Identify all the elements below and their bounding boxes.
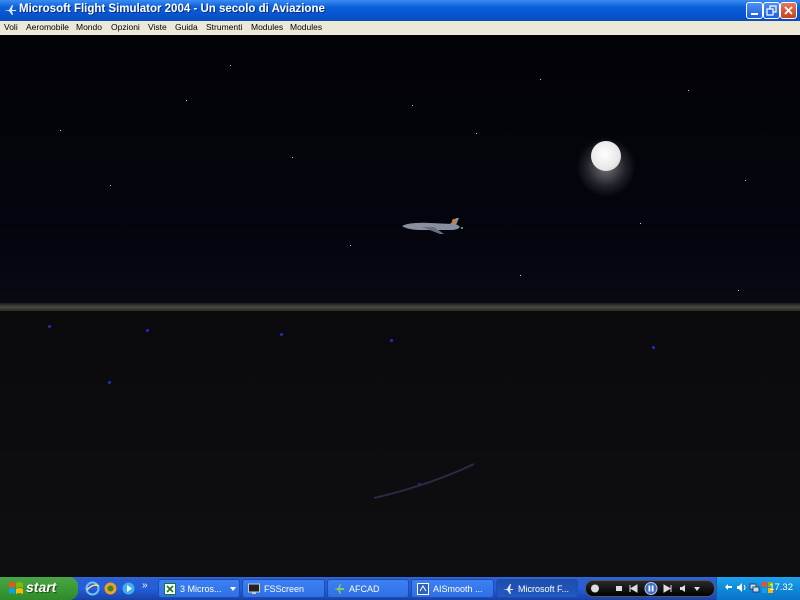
task-flight-simulator[interactable]: Microsoft F... — [496, 579, 578, 598]
chevron-down-icon — [230, 587, 236, 591]
ie-icon[interactable] — [85, 581, 100, 596]
quick-launch-more[interactable]: » — [142, 580, 148, 591]
star — [540, 79, 541, 80]
messenger-icon[interactable] — [103, 581, 118, 596]
star — [745, 180, 746, 181]
network-icon[interactable] — [749, 582, 760, 593]
ground — [0, 311, 800, 577]
menu-guida[interactable]: Guida — [175, 22, 198, 32]
app-window: Microsoft Flight Simulator 2004 - Un sec… — [0, 0, 800, 577]
ground-light — [48, 325, 51, 328]
volume-icon[interactable] — [679, 584, 689, 593]
star — [738, 290, 739, 291]
title-bar[interactable]: Microsoft Flight Simulator 2004 - Un sec… — [0, 0, 800, 21]
stop-icon[interactable] — [614, 584, 624, 593]
fsscreen-icon — [248, 583, 260, 594]
restore-button[interactable] — [763, 2, 780, 19]
star — [350, 245, 351, 246]
runway-streak — [373, 463, 475, 499]
menu-modules-2[interactable]: Modules — [290, 22, 322, 32]
start-button[interactable]: start — [0, 577, 78, 600]
menu-voli[interactable]: Voli — [4, 22, 18, 32]
taskbar: start » 3 Micros... FSScreen AFCAD AISmo… — [0, 577, 800, 600]
star — [688, 90, 689, 91]
star — [110, 185, 111, 186]
task-label: Microsoft F... — [518, 584, 570, 594]
system-tray: 17.32 — [716, 577, 800, 600]
flight-sim-icon — [503, 584, 513, 594]
task-fsscreen[interactable]: FSScreen — [242, 579, 325, 598]
menu-viste[interactable]: Viste — [148, 22, 167, 32]
menu-strumenti[interactable]: Strumenti — [206, 22, 242, 32]
chevron-down-icon[interactable] — [692, 584, 702, 593]
menu-aeromobile[interactable]: Aeromobile — [26, 22, 69, 32]
restore-media-icon[interactable] — [723, 582, 734, 593]
menu-mondo[interactable]: Mondo — [76, 22, 102, 32]
minimize-button[interactable] — [746, 2, 763, 19]
afcad-icon — [334, 584, 344, 594]
star — [60, 130, 61, 131]
airplane-app-icon — [4, 5, 16, 15]
task-label: 3 Micros... — [180, 584, 222, 594]
star — [640, 223, 641, 224]
ground-light — [652, 346, 655, 349]
minimize-icon — [751, 13, 758, 15]
star — [186, 100, 187, 101]
horizon-city-lights — [0, 303, 800, 311]
star — [230, 65, 231, 66]
ground-light — [390, 339, 393, 342]
task-label: AISmooth ... — [433, 584, 483, 594]
night-sky — [0, 35, 800, 307]
next-icon[interactable] — [663, 584, 673, 593]
close-icon — [784, 6, 793, 15]
star — [520, 275, 521, 276]
speaker-icon[interactable] — [736, 582, 747, 593]
task-label: AFCAD — [349, 584, 380, 594]
clock[interactable]: 17.32 — [769, 582, 793, 593]
media-player-toolbar — [585, 580, 715, 597]
star — [412, 105, 413, 106]
menu-opzioni[interactable]: Opzioni — [111, 22, 140, 32]
menu-modules[interactable]: Modules — [251, 22, 283, 32]
task-label: FSScreen — [264, 584, 305, 594]
task-afcad[interactable]: AFCAD — [327, 579, 409, 598]
previous-icon[interactable] — [628, 584, 638, 593]
task-excel[interactable]: 3 Micros... — [158, 579, 240, 598]
windows-media-icon[interactable] — [121, 581, 136, 596]
close-button[interactable] — [780, 2, 797, 19]
star — [476, 133, 477, 134]
start-label: start — [26, 579, 57, 595]
ground-light — [108, 381, 111, 384]
aismooth-icon — [417, 583, 429, 595]
star — [292, 157, 293, 158]
ground-light — [280, 333, 283, 336]
ground-light — [146, 329, 149, 332]
restore-icon — [766, 5, 777, 16]
excel-icon — [164, 583, 176, 595]
windows-logo-icon — [9, 582, 23, 594]
flight-view[interactable] — [0, 35, 800, 577]
menu-bar: Voli Aeromobile Mondo Opzioni Viste Guid… — [0, 21, 800, 35]
moon — [591, 141, 621, 171]
pause-icon[interactable] — [644, 582, 658, 595]
airplane — [402, 218, 463, 234]
media-menu-icon[interactable] — [590, 584, 600, 593]
task-aismooth[interactable]: AISmooth ... — [411, 579, 494, 598]
window-title: Microsoft Flight Simulator 2004 - Un sec… — [19, 3, 325, 15]
